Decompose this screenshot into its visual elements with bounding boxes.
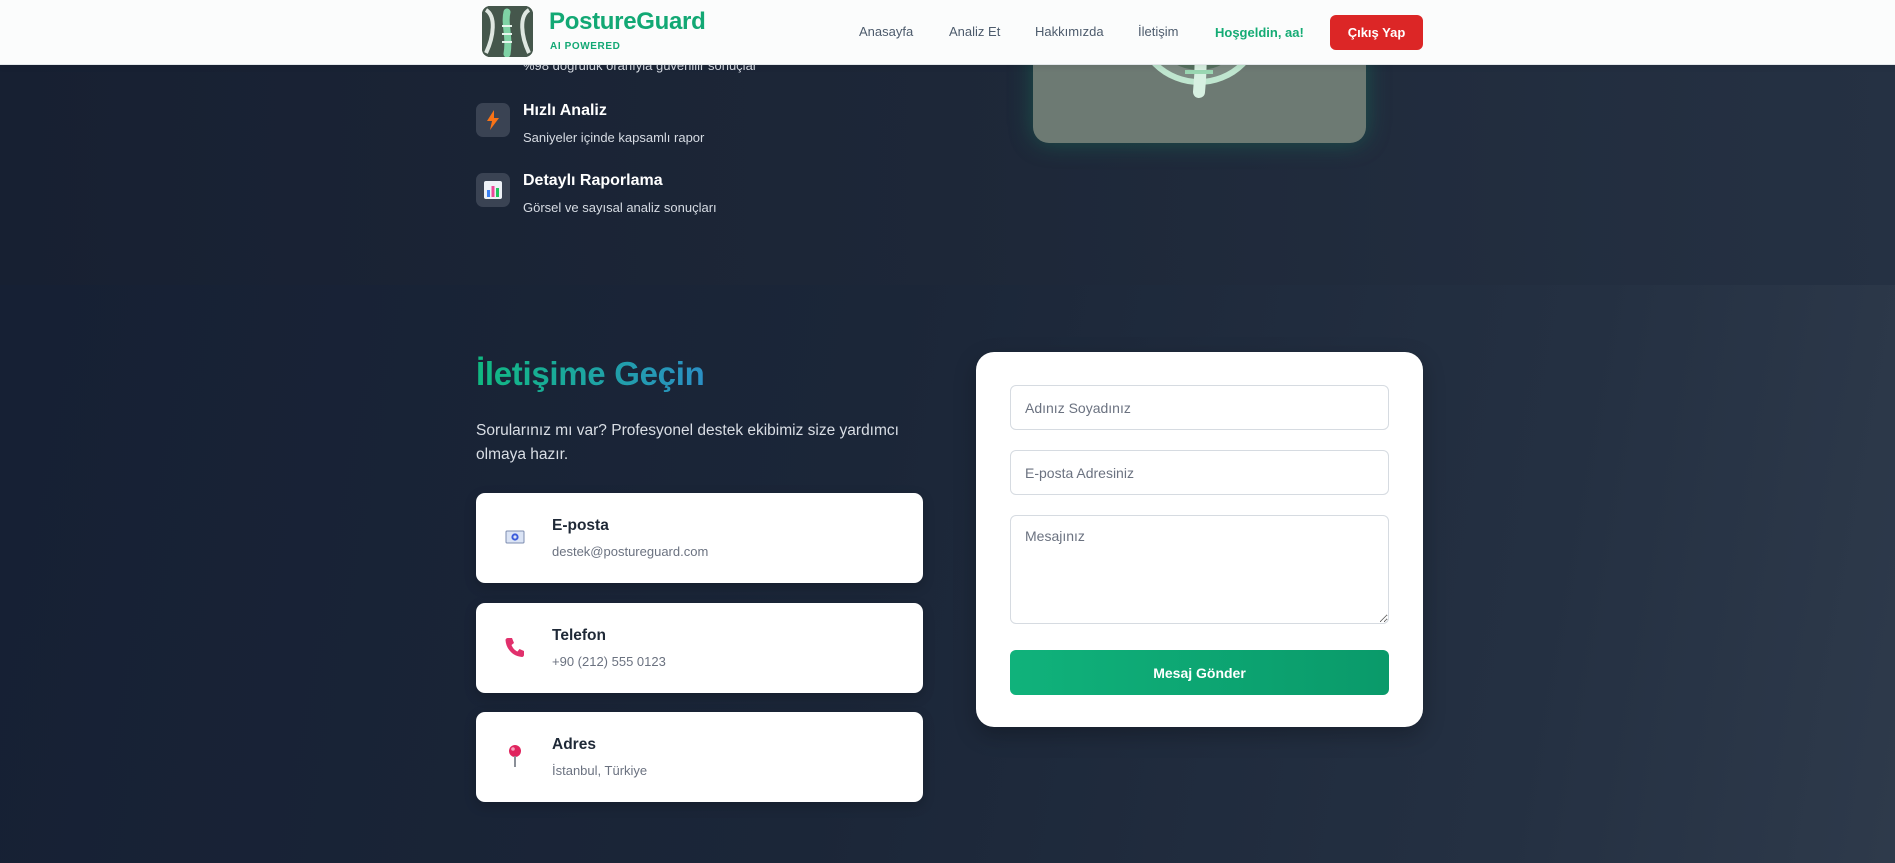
contact-lead-text: Sorularınız mı var? Profesyonel destek e…: [476, 422, 899, 463]
welcome-user-text: Hoşgeldin, aa!: [1215, 25, 1304, 40]
nav-link-about[interactable]: Hakkımızda: [1035, 24, 1104, 39]
name-input[interactable]: [1010, 385, 1389, 430]
contact-title: İletişime Geçin: [476, 355, 705, 392]
nav-link-home[interactable]: Anasayfa: [859, 24, 913, 39]
nav-link-analyze[interactable]: Analiz Et: [949, 24, 1000, 39]
feature-fast-analysis: Hızlı Analiz Saniyeler içinde kapsamlı r…: [476, 101, 704, 146]
brand-logo[interactable]: [482, 6, 533, 57]
contact-card-address: Adres İstanbul, Türkiye: [476, 712, 923, 802]
contact-card-email: E-posta destek@postureguard.com: [476, 493, 923, 583]
contact-card-title: E-posta: [552, 517, 609, 534]
phone-icon: [503, 634, 527, 660]
contact-card-title: Adres: [552, 736, 596, 753]
brand-name[interactable]: PostureGuard: [549, 8, 706, 36]
pin-icon: [503, 743, 527, 769]
logout-button[interactable]: Çıkış Yap: [1330, 15, 1423, 50]
lightning-icon: [476, 103, 510, 137]
brand-tagline: AI POWERED: [550, 41, 621, 52]
email-input[interactable]: [1010, 450, 1389, 495]
contact-card-value: destek@postureguard.com: [552, 544, 709, 559]
feature-detailed-report: Detaylı Raporlama Görsel ve sayısal anal…: [476, 171, 717, 216]
bar-chart-icon: [476, 173, 510, 207]
contact-section: [0, 285, 1895, 863]
top-navbar: PostureGuard AI POWERED Anasayfa Analiz …: [0, 0, 1895, 65]
contact-form: Mesaj Gönder: [976, 352, 1423, 727]
contact-card-title: Telefon: [552, 627, 606, 644]
contact-card-value: +90 (212) 555 0123: [552, 654, 666, 669]
contact-card-phone: Telefon +90 (212) 555 0123: [476, 603, 923, 693]
feature-title: Hızlı Analiz: [523, 102, 607, 119]
nav-link-contact[interactable]: İletişim: [1138, 24, 1178, 39]
feature-desc: Saniyeler içinde kapsamlı rapor: [523, 130, 705, 145]
feature-desc: Görsel ve sayısal analiz sonuçları: [523, 200, 717, 215]
contact-card-value: İstanbul, Türkiye: [552, 763, 648, 778]
feature-title: Detaylı Raporlama: [523, 172, 663, 189]
email-icon: [503, 524, 527, 550]
message-textarea[interactable]: [1010, 515, 1389, 624]
send-message-button[interactable]: Mesaj Gönder: [1010, 650, 1389, 695]
